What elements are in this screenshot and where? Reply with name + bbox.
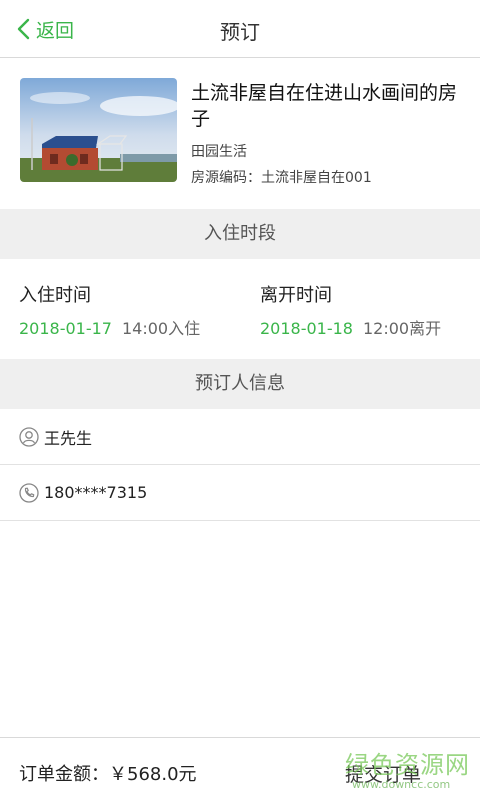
booker-name-row[interactable]: 王先生 xyxy=(0,409,480,465)
booker-section-header: 预订人信息 xyxy=(0,359,480,409)
booker-phone: 180****7315 xyxy=(44,483,148,502)
user-icon xyxy=(19,426,39,447)
stay-section-header: 入住时段 xyxy=(0,209,480,259)
checkin-block[interactable]: 入住时间 2018-01-17 14:00入住 xyxy=(19,281,200,339)
checkout-block[interactable]: 离开时间 2018-01-18 12:00离开 xyxy=(260,281,441,339)
listing-code: 房源编码：土流非屋自在001 xyxy=(191,170,372,186)
booker-phone-row[interactable]: 180****7315 xyxy=(0,465,480,521)
stay-period: 入住时间 2018-01-17 14:00入住 离开时间 2018-01-18 12… xyxy=(0,259,480,359)
booker-name: 王先生 xyxy=(44,428,93,448)
listing-summary: 土流非屋自在住进山水画间的房子 田园生活 房源编码：土流非屋自在001 xyxy=(0,58,480,209)
listing-title: 土流非屋自在住进山水画间的房子 xyxy=(191,82,458,130)
checkout-date: 2018-01-18 xyxy=(260,319,353,338)
watermark-url: www.downcc.com xyxy=(352,778,451,791)
listing-category: 田园生活 xyxy=(191,144,247,160)
order-total: 订单金额：￥568.0元 xyxy=(19,764,197,785)
checkin-date: 2018-01-17 xyxy=(19,319,112,338)
checkout-time: 12:00离开 xyxy=(362,319,442,338)
phone-icon xyxy=(19,482,39,503)
page-title: 预订 xyxy=(220,20,260,44)
checkin-time: 14:00入住 xyxy=(121,319,201,338)
checkout-label: 离开时间 xyxy=(260,285,332,306)
listing-photo xyxy=(20,78,177,182)
top-bar: 返回 预订 xyxy=(0,0,480,58)
checkin-label: 入住时间 xyxy=(19,285,91,306)
watermark: 绿色资源网 xyxy=(345,751,470,779)
